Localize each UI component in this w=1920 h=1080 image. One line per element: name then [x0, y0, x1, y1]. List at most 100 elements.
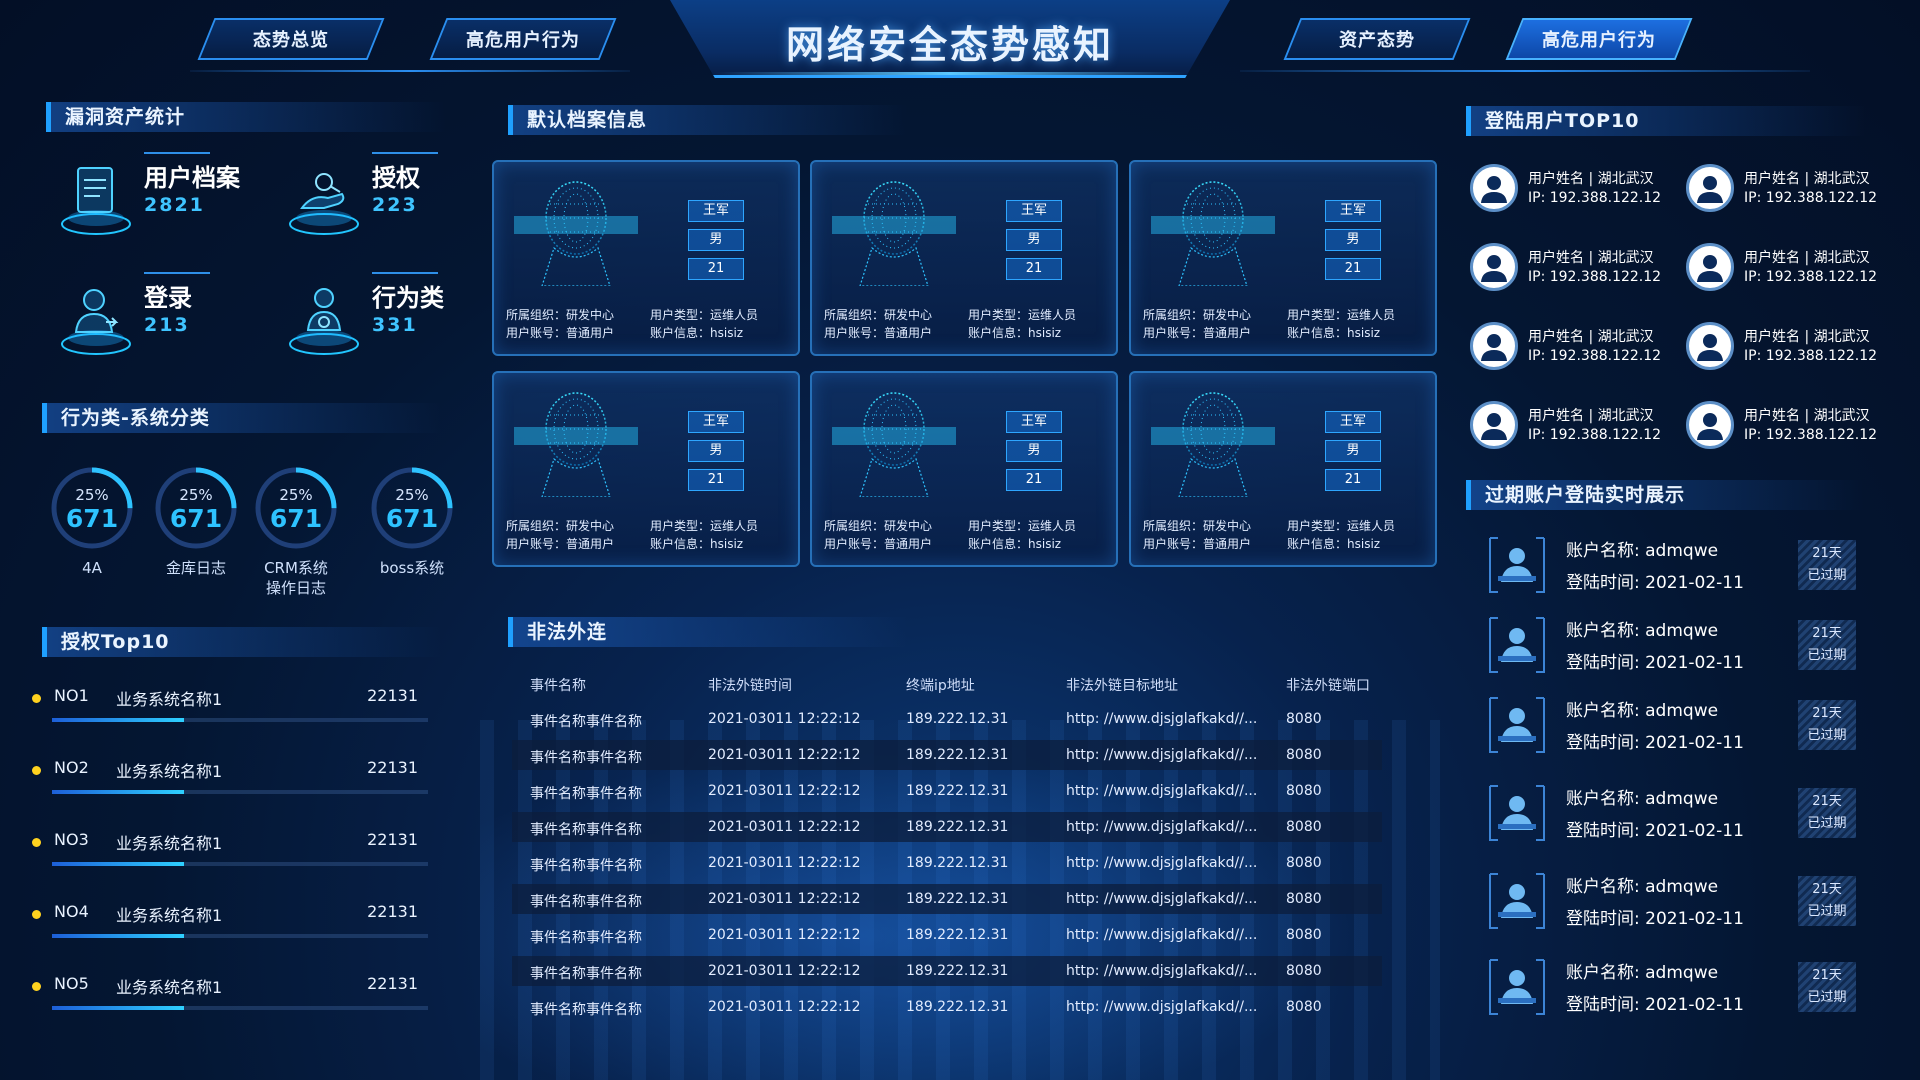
face-scan-icon [514, 176, 638, 287]
expired-status: 已过期 [1807, 728, 1847, 743]
table-cell: 8080 [1286, 747, 1322, 763]
column-header: 非法外链端口 [1286, 678, 1370, 694]
table-cell: 8080 [1286, 927, 1322, 943]
gauge-value: 671 [385, 504, 439, 533]
rank-bar-fill [52, 1006, 184, 1010]
gauge-3: 25% 671 CRM系统 操作日志 [246, 466, 346, 597]
expired-status-badge: 21天 已过期 [1798, 620, 1856, 670]
profile-account: 用户账号：普通用户 [1143, 326, 1252, 340]
login-user-ip: IP: 192.388.122.12 [1744, 269, 1878, 285]
table-cell: 8080 [1286, 711, 1322, 727]
expired-account-item[interactable]: 账户名称: admqwe 登陆时间: 2021-02-11 21天 已过期 [1488, 610, 1858, 680]
expired-account-item[interactable]: 账户名称: admqwe 登陆时间: 2021-02-11 21天 已过期 [1488, 778, 1858, 848]
profile-gender-badge: 男 [1325, 440, 1381, 462]
login-user-item[interactable]: 用户姓名 | 湖北武汉 IP: 192.388.122.12 [1470, 401, 1680, 457]
login-user-item[interactable]: 用户姓名 | 湖北武汉 IP: 192.388.122.12 [1686, 243, 1896, 299]
profile-info: 账户信息：hsisiz [1287, 326, 1381, 340]
table-row[interactable]: 事件名称事件名称 2021-03011 12:22:12 189.222.12.31… [512, 884, 1382, 914]
login-user-item[interactable]: 用户姓名 | 湖北武汉 IP: 192.388.122.12 [1470, 243, 1680, 299]
profile-org: 所属组织：研发中心 [1143, 308, 1252, 322]
table-cell: http: //www.djsjglafkakd//... [1066, 999, 1258, 1015]
profile-card[interactable]: 王军男 21 所属组织：研发中心 用户类型：运维人员 用户账号：普通用户 账户信息：hsi… [810, 371, 1118, 567]
auth-rank-row[interactable]: NO2 业务系统名称1 22131 [30, 756, 430, 816]
profile-gender-badge: 男 [1325, 229, 1381, 251]
table-cell: 189.222.12.31 [906, 819, 1009, 835]
profile-name-badge: 王军 [1325, 411, 1381, 433]
table-cell: 189.222.12.31 [906, 783, 1009, 799]
expired-account-name: 账户名称: admqwe [1566, 789, 1719, 809]
rank-bar-fill [52, 790, 184, 794]
expired-account-name: 账户名称: admqwe [1566, 541, 1719, 561]
profile-card[interactable]: 王军男 21 所属组织：研发中心 用户类型：运维人员 用户账号：普通用户 账户信息：hsi… [1129, 371, 1437, 567]
tab-high-risk-behavior-active[interactable]: 高危用户行为 [1505, 18, 1693, 60]
table-cell: 事件名称事件名称 [530, 750, 642, 766]
expired-login-time: 登陆时间: 2021-02-11 [1566, 653, 1744, 673]
table-cell: 8080 [1286, 855, 1322, 871]
table-cell: 189.222.12.31 [906, 747, 1009, 763]
tab-asset-status[interactable]: 资产态势 [1283, 18, 1471, 60]
profile-info: 账户信息：hsisiz [1287, 537, 1381, 551]
user-behavior-icon [289, 288, 359, 355]
section-title-illegal: 非法外连 [508, 617, 908, 647]
table-row[interactable]: 事件名称事件名称 2021-03011 12:22:12 189.222.12.31… [512, 848, 1382, 878]
expired-account-item[interactable]: 账户名称: admqwe 登陆时间: 2021-02-11 21天 已过期 [1488, 690, 1858, 760]
profile-age-badge: 21 [688, 469, 744, 491]
table-row[interactable]: 事件名称事件名称 2021-03011 12:22:12 189.222.12.31… [512, 704, 1382, 734]
profile-card[interactable]: 王军男 21 所属组织：研发中心 用户类型：运维人员 用户账号：普通用户 账户信息：hsi… [492, 160, 800, 356]
rank-number: NO4 [54, 902, 89, 921]
login-user-item[interactable]: 用户姓名 | 湖北武汉 IP: 192.388.122.12 [1470, 322, 1680, 378]
profile-card[interactable]: 王军男 21 所属组织：研发中心 用户类型：运维人员 用户账号：普通用户 账户信息：hsi… [1129, 160, 1437, 356]
expired-login-time: 登陆时间: 2021-02-11 [1566, 573, 1744, 593]
expired-login-time: 登陆时间: 2021-02-11 [1566, 995, 1744, 1015]
gauge-percent: 25% [75, 486, 109, 504]
profile-card[interactable]: 王军男 21 所属组织：研发中心 用户类型：运维人员 用户账号：普通用户 账户信息：hsi… [810, 160, 1118, 356]
column-header: 非法外链目标地址 [1066, 678, 1178, 694]
expired-account-item[interactable]: 账户名称: admqwe 登陆时间: 2021-02-11 21天 已过期 [1488, 530, 1858, 600]
rank-number: NO3 [54, 830, 89, 849]
expired-login-time: 登陆时间: 2021-02-11 [1566, 733, 1744, 753]
rank-dot [32, 838, 41, 847]
login-user-name: 用户姓名 | 湖北武汉 [1528, 329, 1654, 345]
table-cell: 事件名称事件名称 [530, 858, 642, 874]
table-row[interactable]: 事件名称事件名称 2021-03011 12:22:12 189.222.12.31… [512, 920, 1382, 950]
table-cell: 189.222.12.31 [906, 855, 1009, 871]
header-line-right [1240, 70, 1810, 72]
auth-rank-row[interactable]: NO5 业务系统名称1 22131 [30, 972, 430, 1032]
profile-card[interactable]: 王军男 21 所属组织：研发中心 用户类型：运维人员 用户账号：普通用户 账户信息：hsi… [492, 371, 800, 567]
auth-rank-row[interactable]: NO4 业务系统名称1 22131 [30, 900, 430, 960]
profile-type: 用户类型：运维人员 [968, 308, 1077, 322]
auth-rank-row[interactable]: NO1 业务系统名称1 22131 [30, 684, 430, 744]
gauge-percent: 25% [179, 486, 213, 504]
tab-overview[interactable]: 态势总览 [197, 18, 385, 60]
expired-account-item[interactable]: 账户名称: admqwe 登陆时间: 2021-02-11 21天 已过期 [1488, 952, 1858, 1022]
table-row[interactable]: 事件名称事件名称 2021-03011 12:22:12 189.222.12.31… [512, 812, 1382, 842]
profile-age-badge: 21 [1006, 258, 1062, 280]
section-title-login-top: 登陆用户TOP10 [1466, 106, 1866, 136]
rank-value: 22131 [367, 830, 418, 849]
table-row[interactable]: 事件名称事件名称 2021-03011 12:22:12 189.222.12.31… [512, 776, 1382, 806]
login-user-name: 用户姓名 | 湖北武汉 [1528, 250, 1654, 266]
tab-high-risk-behavior[interactable]: 高危用户行为 [429, 18, 617, 60]
login-user-item[interactable]: 用户姓名 | 湖北武汉 IP: 192.388.122.12 [1470, 164, 1680, 220]
rank-value: 22131 [367, 758, 418, 777]
login-user-item[interactable]: 用户姓名 | 湖北武汉 IP: 192.388.122.12 [1686, 401, 1896, 457]
column-header: 事件名称 [530, 678, 586, 694]
auth-rank-row[interactable]: NO3 业务系统名称1 22131 [30, 828, 430, 888]
gauge-4: 25% 671 boss系统 [362, 466, 462, 596]
folder-icon [61, 167, 131, 235]
profile-org: 所属组织：研发中心 [506, 308, 615, 322]
table-cell: 189.222.12.31 [906, 963, 1009, 979]
expired-account-item[interactable]: 账户名称: admqwe 登陆时间: 2021-02-11 21天 已过期 [1488, 866, 1858, 936]
table-row[interactable]: 事件名称事件名称 2021-03011 12:22:12 189.222.12.31… [512, 992, 1382, 1022]
table-row[interactable]: 事件名称事件名称 2021-03011 12:22:12 189.222.12.31… [512, 740, 1382, 770]
login-user-item[interactable]: 用户姓名 | 湖北武汉 IP: 192.388.122.12 [1686, 164, 1896, 220]
login-user-item[interactable]: 用户姓名 | 湖北武汉 IP: 192.388.122.12 [1686, 322, 1896, 378]
rank-number: NO2 [54, 758, 89, 777]
expired-days: 21天 [1812, 968, 1842, 983]
stat-user-profiles: 用户档案 2821 [56, 150, 256, 240]
stat-label: 行为类 [372, 284, 444, 312]
rank-value: 22131 [367, 902, 418, 921]
expired-status-badge: 21天 已过期 [1798, 540, 1856, 590]
table-row[interactable]: 事件名称事件名称 2021-03011 12:22:12 189.222.12.31… [512, 956, 1382, 986]
rank-value: 22131 [367, 974, 418, 993]
